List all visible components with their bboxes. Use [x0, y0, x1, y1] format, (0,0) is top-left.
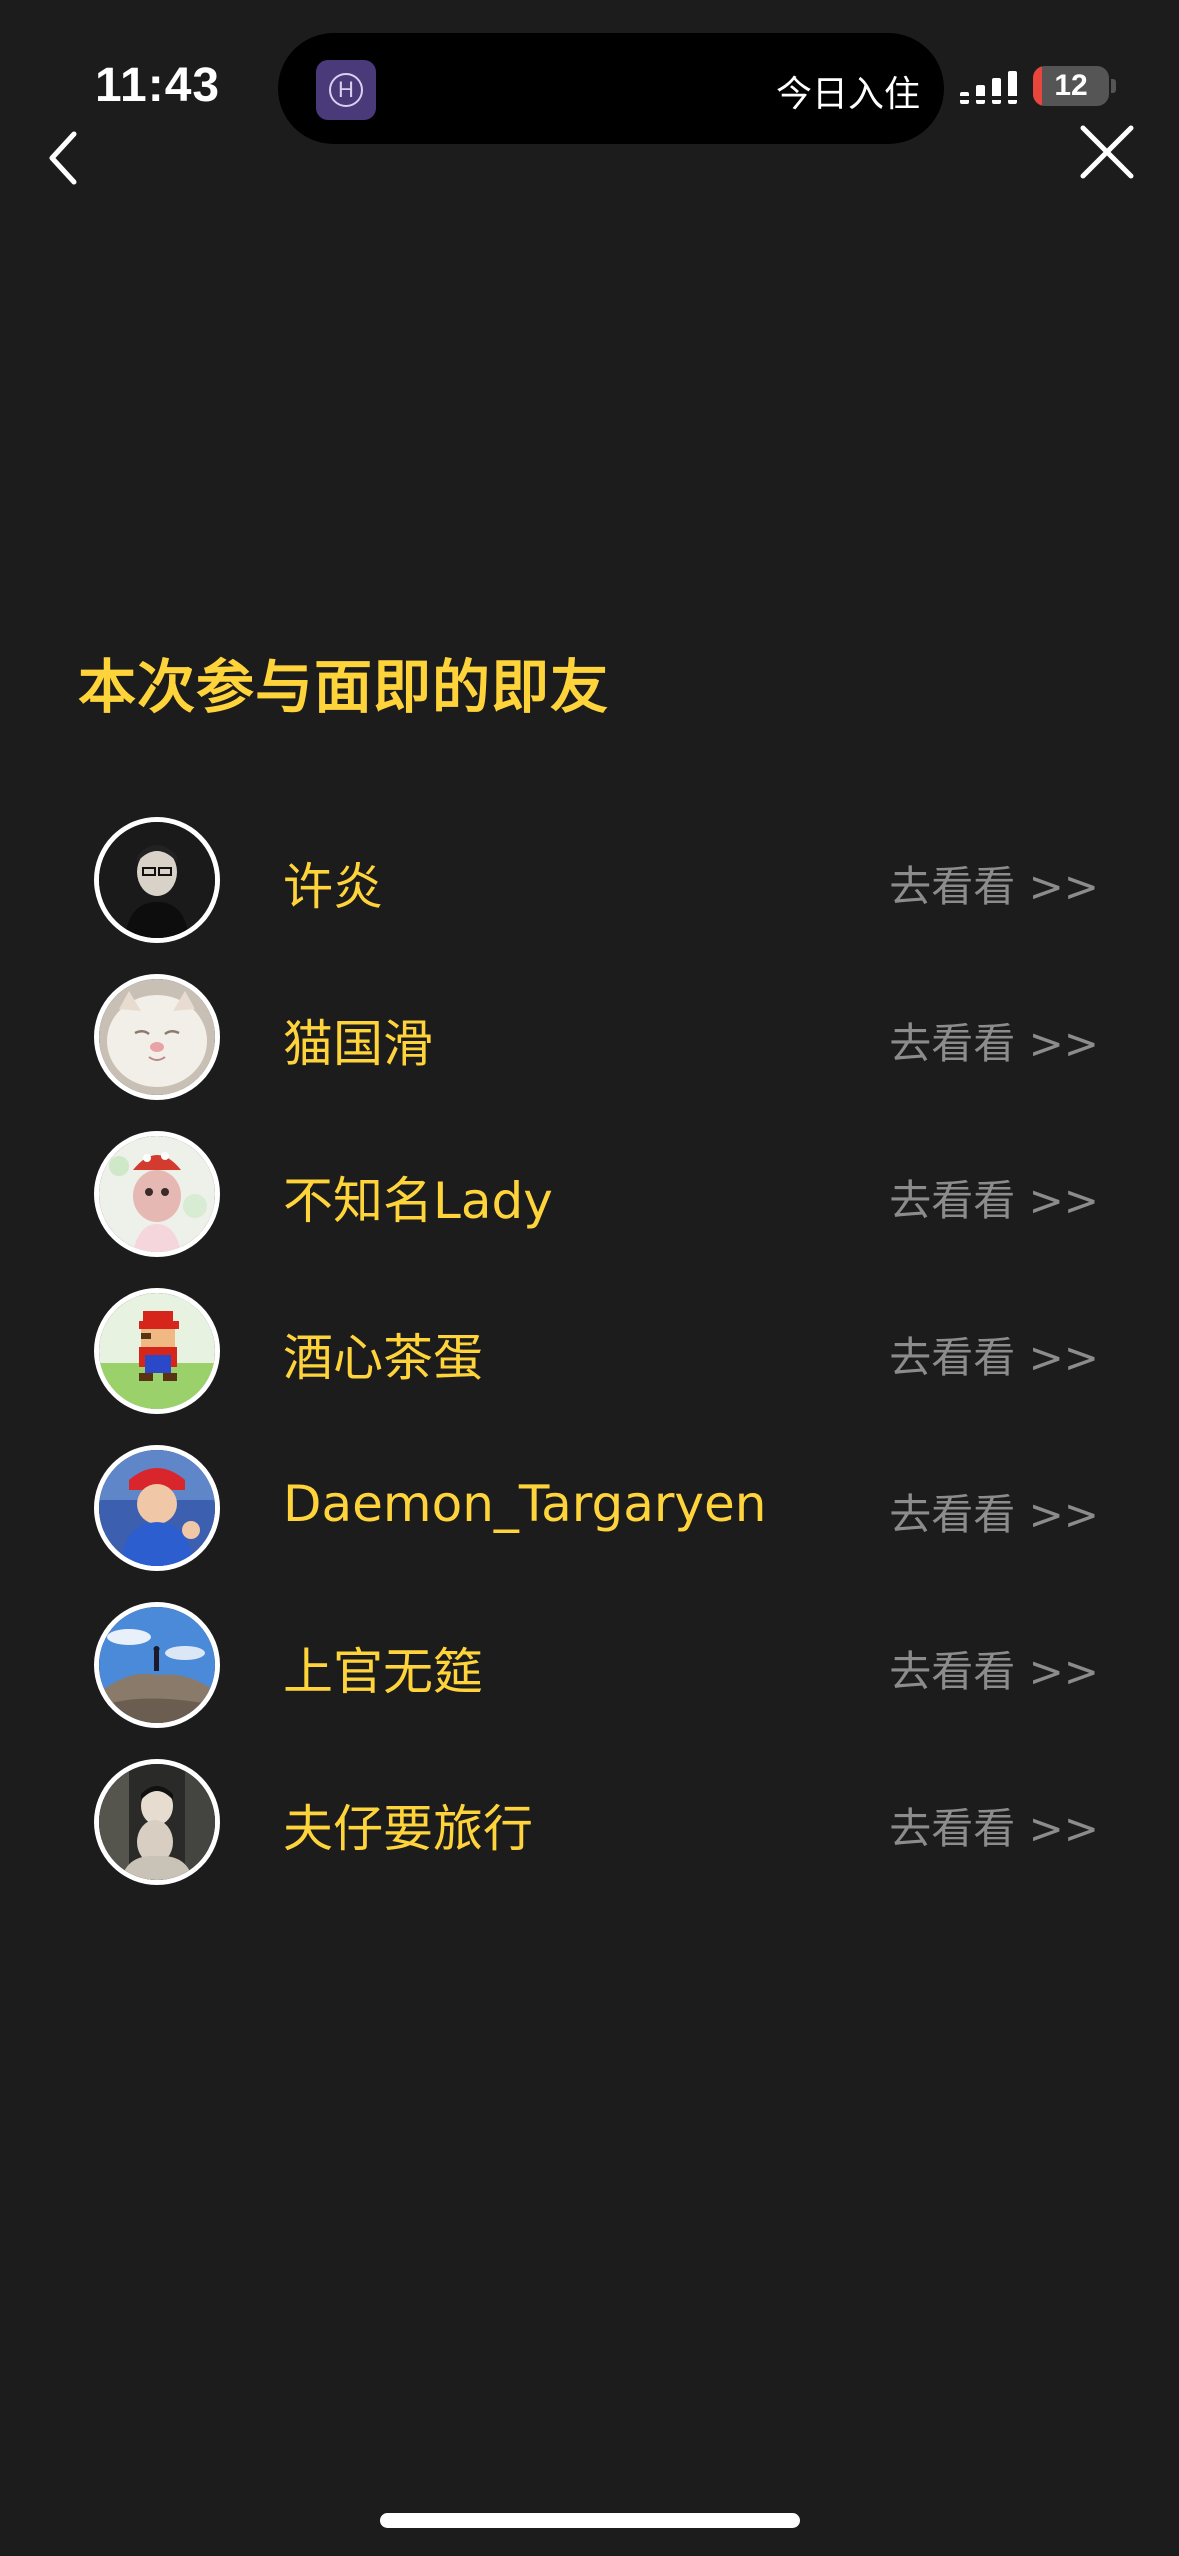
friend-row[interactable]: 猫国滑 去看看 >>: [0, 974, 1179, 1131]
battery-icon: 12: [1033, 66, 1109, 106]
avatar[interactable]: [94, 1759, 220, 1885]
app-icon-letter: H: [329, 73, 363, 107]
hotel-app-icon: H: [316, 60, 376, 120]
view-profile-link[interactable]: 去看看 >>: [889, 1010, 1099, 1071]
home-indicator[interactable]: [380, 2513, 800, 2528]
friend-row[interactable]: 夫仔要旅行 去看看 >>: [0, 1759, 1179, 1916]
avatar[interactable]: [94, 1288, 220, 1414]
friend-name: 不知名Lady: [283, 1172, 553, 1230]
battery-cap: [1111, 79, 1116, 93]
friend-name: 猫国滑: [283, 1015, 433, 1073]
dynamic-island[interactable]: H 今日入住: [278, 33, 944, 144]
friend-row[interactable]: 不知名Lady 去看看 >>: [0, 1131, 1179, 1288]
view-profile-link[interactable]: 去看看 >>: [889, 1167, 1099, 1228]
chevron-left-icon[interactable]: [38, 124, 94, 192]
section-title: 本次参与面即的即友: [78, 653, 610, 721]
friend-row[interactable]: 许炎 去看看 >>: [0, 817, 1179, 974]
screen: 11:43 H 今日入住 12 本次参与面即的即友 许炎 去看看 >> 猫国滑 …: [0, 0, 1179, 2556]
avatar[interactable]: [94, 1445, 220, 1571]
friend-name: 上官无筵: [283, 1643, 483, 1701]
avatar[interactable]: [94, 974, 220, 1100]
avatar[interactable]: [94, 1602, 220, 1728]
friend-list: 许炎 去看看 >> 猫国滑 去看看 >> 不知名Lady 去看看 >> 酒心茶蛋…: [0, 817, 1179, 1916]
view-profile-link[interactable]: 去看看 >>: [889, 1324, 1099, 1385]
friend-name: 夫仔要旅行: [283, 1800, 533, 1858]
friend-name: Daemon_Targaryen: [283, 1475, 767, 1533]
friend-row[interactable]: Daemon_Targaryen 去看看 >>: [0, 1445, 1179, 1602]
cellular-signal-icon: [960, 71, 1018, 104]
view-profile-link[interactable]: 去看看 >>: [889, 853, 1099, 914]
friend-name: 许炎: [283, 858, 383, 916]
friend-name: 酒心茶蛋: [283, 1329, 483, 1387]
status-time: 11:43: [95, 59, 221, 112]
friend-row[interactable]: 上官无筵 去看看 >>: [0, 1602, 1179, 1759]
avatar[interactable]: [94, 1131, 220, 1257]
view-profile-link[interactable]: 去看看 >>: [889, 1638, 1099, 1699]
avatar[interactable]: [94, 817, 220, 943]
island-live-activity-text: 今日入住: [775, 74, 920, 115]
close-icon[interactable]: [1075, 120, 1139, 184]
view-profile-link[interactable]: 去看看 >>: [889, 1795, 1099, 1856]
battery-level: 12: [1054, 69, 1088, 102]
friend-row[interactable]: 酒心茶蛋 去看看 >>: [0, 1288, 1179, 1445]
view-profile-link[interactable]: 去看看 >>: [889, 1481, 1099, 1542]
